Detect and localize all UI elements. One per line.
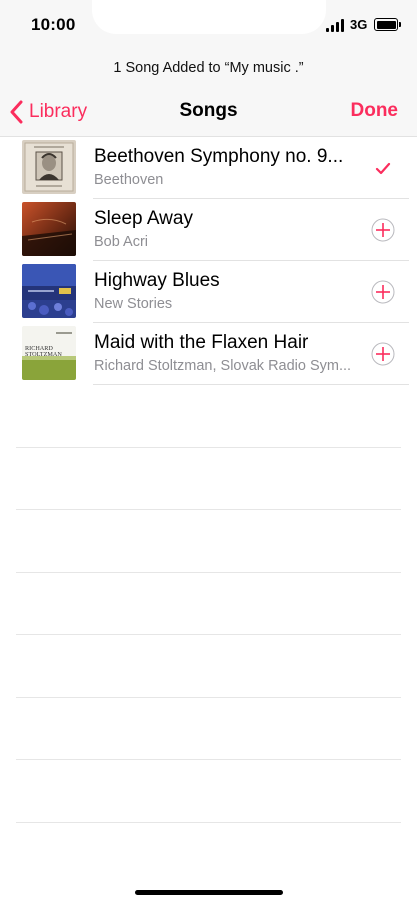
notch [92, 0, 326, 34]
beethoven-portrait-art [22, 140, 76, 194]
add-circle-icon[interactable] [371, 342, 395, 366]
add-prompt-text: 1 Song Added to “My music .” [113, 60, 304, 76]
song-title: Highway Blues [94, 270, 220, 291]
song-artist: New Stories [94, 296, 173, 312]
empty-divider [16, 634, 401, 635]
song-title: Beethoven Symphony no. 9... [94, 146, 344, 167]
song-row[interactable]: Highway Blues New Stories [0, 261, 417, 323]
back-button-library[interactable]: Library [10, 98, 87, 126]
status-time: 10:00 [31, 15, 76, 34]
add-circle-icon[interactable] [371, 218, 395, 242]
network-type: 3G [350, 17, 368, 32]
empty-divider [16, 509, 401, 510]
nav-header: 1 Song Added to “My music .” Library Son… [0, 48, 417, 137]
cover-text-line: STOLTZMAN [25, 351, 62, 358]
status-bar: 10:00 3G [0, 0, 417, 48]
signal-bars-icon [326, 18, 346, 32]
checkmark-icon[interactable] [371, 156, 395, 180]
empty-divider [16, 572, 401, 573]
song-row[interactable]: Beethoven Symphony no. 9... Beethoven [0, 137, 417, 199]
home-indicator[interactable] [135, 890, 283, 895]
done-button[interactable]: Done [351, 100, 399, 122]
song-row[interactable]: RICHARD STOLTZMAN Maid with the Flaxen H… [0, 323, 417, 385]
back-label: Library [29, 101, 88, 122]
song-artist: Richard Stoltzman, Slovak Radio Sym... [94, 358, 352, 374]
song-list: Beethoven Symphony no. 9... Beethoven Sl… [0, 137, 417, 385]
song-title: Sleep Away [94, 208, 193, 229]
add-circle-icon[interactable] [371, 280, 395, 304]
phone-screen: 10:00 3G 1 Song Added to “My music .” Li… [0, 0, 417, 905]
empty-divider [16, 822, 401, 823]
chevron-left-icon [10, 100, 23, 124]
richard-stoltzman-cover-art: RICHARD STOLTZMAN [22, 326, 76, 380]
empty-divider [16, 759, 401, 760]
song-row[interactable]: Sleep Away Bob Acri [0, 199, 417, 261]
song-artist: Beethoven [94, 172, 164, 188]
empty-divider [16, 697, 401, 698]
song-artist: Bob Acri [94, 234, 148, 250]
piano-dark-art [22, 202, 76, 256]
song-title: Maid with the Flaxen Hair [94, 332, 309, 353]
empty-divider [16, 447, 401, 448]
row-divider [93, 384, 409, 385]
blue-flowers-art [22, 264, 76, 318]
battery-icon [374, 18, 401, 31]
